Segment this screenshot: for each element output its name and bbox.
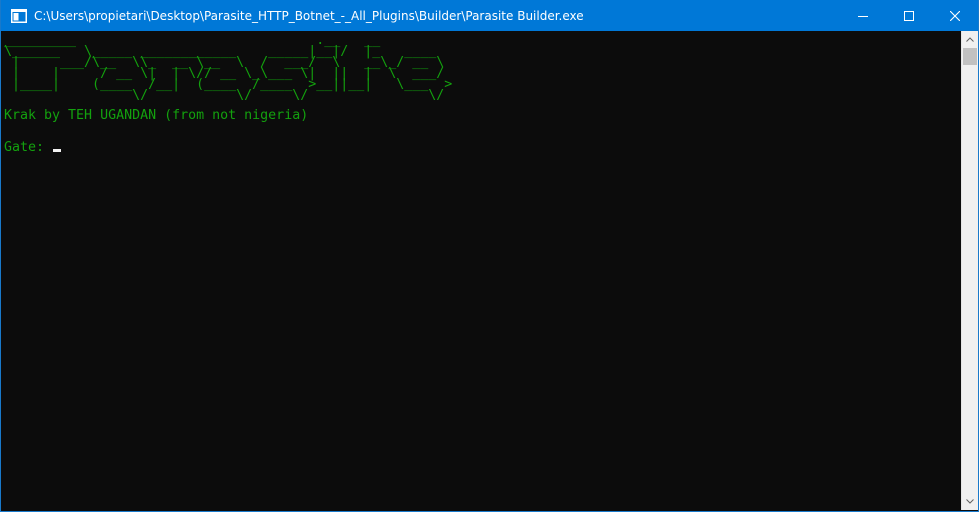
console-output[interactable]: _________ .__ __ \______ \_____ ________… — [1, 31, 962, 510]
scroll-down-arrow-icon — [966, 499, 974, 504]
window-title: C:\Users\propietari\Desktop\Parasite_HTT… — [34, 8, 584, 23]
vertical-scrollbar[interactable] — [961, 31, 978, 510]
ascii-banner: _________ .__ __ \______ \_____ ________… — [4, 33, 453, 103]
scroll-thumb[interactable] — [963, 48, 977, 65]
maximize-icon — [904, 10, 914, 21]
console-window: C:\Users\propietari\Desktop\Parasite_HTT… — [0, 0, 979, 512]
title-bar[interactable]: C:\Users\propietari\Desktop\Parasite_HTT… — [1, 0, 978, 31]
scroll-up-arrow-icon — [966, 37, 974, 42]
minimize-button[interactable] — [840, 0, 886, 31]
window-controls — [840, 0, 978, 31]
console-window-icon[interactable] — [11, 8, 27, 24]
close-button[interactable] — [932, 0, 978, 31]
scroll-down-button[interactable] — [962, 493, 978, 510]
close-icon — [950, 10, 960, 21]
prompt-label: Gate: — [4, 140, 53, 155]
prompt-line[interactable]: Gate: — [4, 140, 962, 156]
credit-line: Krak by TEH UGANDAN (from not nigeria) — [4, 108, 309, 123]
minimize-icon — [858, 15, 868, 17]
text-cursor — [53, 149, 62, 152]
scroll-up-button[interactable] — [962, 31, 978, 48]
maximize-button[interactable] — [886, 0, 932, 31]
